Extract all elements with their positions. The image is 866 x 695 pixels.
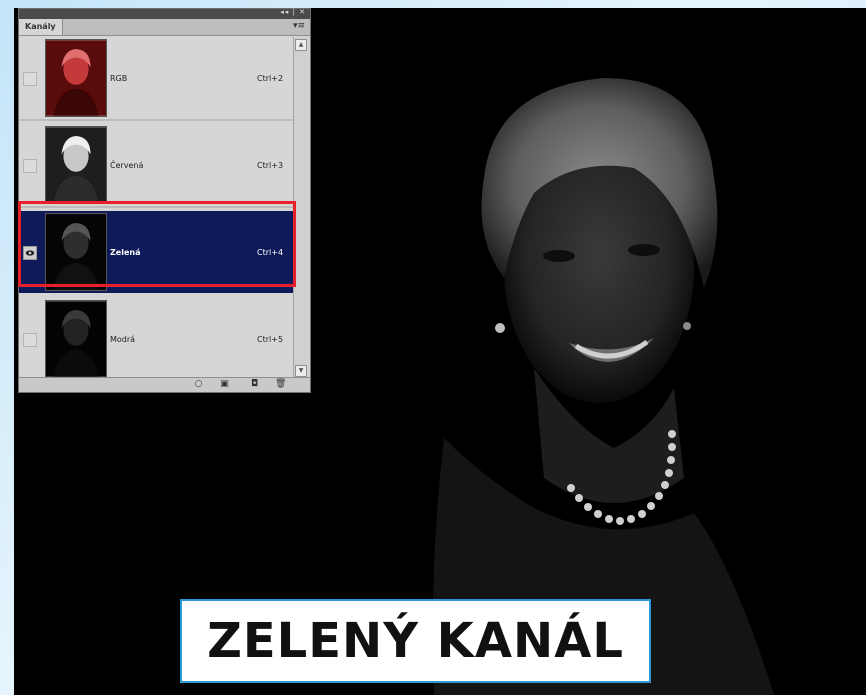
channel-row-red[interactable]: Červená Ctrl+3 [19, 124, 295, 208]
panel-footer: ○ ▣ ◘ 🗑 [19, 377, 310, 392]
panel-tab-bar: Kanály ▾≡ [19, 19, 310, 36]
panel-title-bar[interactable]: ◂◂ | ✕ [19, 8, 310, 19]
caption-box: ZELENÝ KANÁL [180, 599, 651, 683]
selected-channel-highlight [18, 201, 296, 287]
visibility-toggle[interactable] [23, 72, 37, 86]
channel-name: Červená [110, 161, 144, 170]
channel-name: Modrá [110, 335, 136, 344]
caption-text: ZELENÝ KANÁL [207, 613, 624, 669]
scroll-down-arrow-icon[interactable]: ▼ [295, 365, 307, 377]
row-divider [19, 119, 295, 121]
visibility-toggle[interactable] [23, 159, 37, 173]
load-selection-icon[interactable]: ○ [193, 379, 204, 390]
channel-shortcut: Ctrl+2 [257, 74, 284, 83]
tab-channels[interactable]: Kanály [19, 19, 63, 35]
channel-shortcut: Ctrl+3 [257, 161, 284, 170]
delete-channel-icon[interactable]: 🗑 [275, 379, 286, 390]
panel-menu-icon[interactable]: ▾≡ [293, 21, 305, 31]
visibility-toggle[interactable] [23, 333, 37, 347]
channel-row-rgb[interactable]: RGB Ctrl+2 [19, 37, 295, 121]
channel-thumbnail [45, 300, 107, 378]
new-channel-icon[interactable]: ◘ [249, 379, 260, 390]
channel-row-blue[interactable]: Modrá Ctrl+5 [19, 298, 295, 379]
scroll-up-arrow-icon[interactable]: ▲ [295, 39, 307, 51]
channel-thumbnail [45, 126, 107, 204]
channel-thumbnail [45, 39, 107, 117]
channel-shortcut: Ctrl+5 [257, 335, 284, 344]
save-selection-icon[interactable]: ▣ [219, 379, 230, 390]
channel-name: RGB [110, 74, 128, 83]
panel-window-controls[interactable]: ◂◂ | ✕ [280, 8, 306, 16]
